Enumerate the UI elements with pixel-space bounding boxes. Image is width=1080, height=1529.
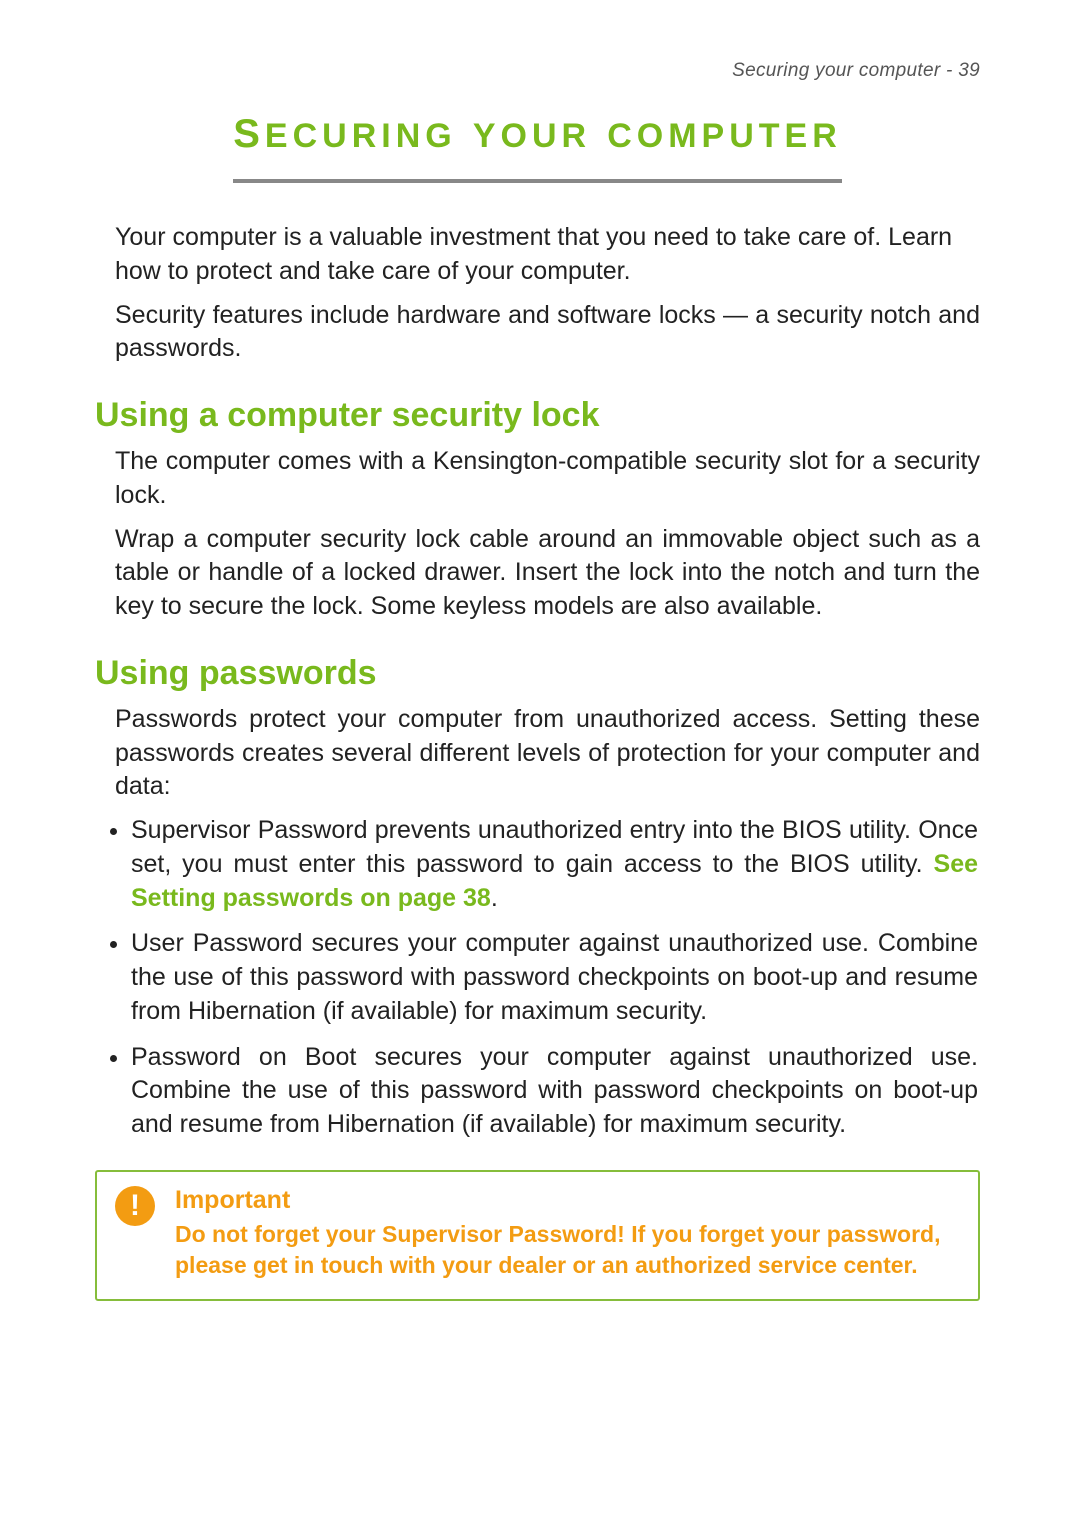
page-title: SECURING YOUR COMPUTER [233,112,842,183]
running-header: Securing your computer - 39 [95,60,980,82]
section-passwords-body: Passwords protect your computer from una… [115,703,980,804]
password-list: Supervisor Password prevents unauthorize… [95,814,980,1142]
lock-paragraph-1: The computer comes with a Kensington-com… [115,445,980,513]
list-item-text: Password on Boot secures your computer a… [131,1043,978,1139]
intro-paragraph-2: Security features include hardware and s… [115,299,980,367]
passwords-intro: Passwords protect your computer from una… [115,703,980,804]
intro-block: Your computer is a valuable investment t… [115,221,980,366]
list-item-text: Supervisor Password prevents unauthorize… [131,816,978,878]
page-title-wrap: SECURING YOUR COMPUTER [95,112,980,183]
list-item-tail: . [491,884,498,912]
section-heading-lock: Using a computer security lock [95,396,980,435]
page: Securing your computer - 39 SECURING YOU… [0,0,1080,1529]
exclamation-icon: ! [115,1186,155,1226]
list-item-text: User Password secures your computer agai… [131,929,978,1025]
section-heading-passwords: Using passwords [95,654,980,693]
important-callout: ! Important Do not forget your Superviso… [95,1170,980,1301]
list-item: User Password secures your computer agai… [131,927,980,1028]
list-item: Supervisor Password prevents unauthorize… [131,814,980,915]
lock-paragraph-2: Wrap a computer security lock cable arou… [115,523,980,624]
callout-body: Do not forget your Supervisor Password! … [175,1219,956,1281]
section-lock-body: The computer comes with a Kensington-com… [115,445,980,624]
intro-paragraph-1: Your computer is a valuable investment t… [115,221,980,289]
list-item: Password on Boot secures your computer a… [131,1041,980,1142]
callout-title: Important [175,1186,956,1215]
